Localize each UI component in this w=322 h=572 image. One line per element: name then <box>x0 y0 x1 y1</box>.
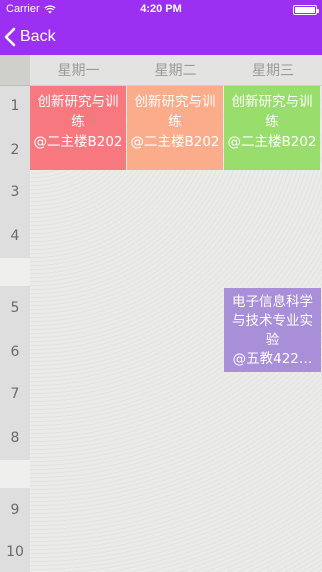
period-label: 2 <box>10 142 20 158</box>
day-header-tuesday: 星期二 <box>127 55 224 86</box>
battery-fill <box>295 7 315 13</box>
back-button[interactable]: Back <box>4 25 56 49</box>
chevron-left-icon <box>4 27 16 47</box>
battery-icon <box>293 5 319 15</box>
day-header-wednesday: 星期三 <box>224 55 322 86</box>
period-label: 7 <box>10 386 20 402</box>
course-card[interactable]: 电子信息科学与技术专业实验 @五教422… <box>224 288 321 372</box>
course-name: 电子信息科学与技术专业实验 <box>232 294 313 348</box>
period-label: 1 <box>10 98 20 114</box>
period-label: 5 <box>10 300 20 316</box>
course-card[interactable]: 创新研究与训练 @二主楼B202 <box>224 86 320 170</box>
period-label: 9 <box>10 502 20 518</box>
break-divider <box>0 460 30 488</box>
course-name: 创新研究与训练 <box>231 94 313 130</box>
course-name: 创新研究与训练 <box>37 94 119 130</box>
period-label: 8 <box>10 430 20 446</box>
period-label: 6 <box>10 344 20 360</box>
day-header-monday: 星期一 <box>30 55 127 86</box>
course-name: 创新研究与训练 <box>134 94 216 130</box>
back-label: Back <box>20 28 56 45</box>
period-label: 4 <box>10 228 20 244</box>
header-corner <box>0 55 30 86</box>
status-bar: Carrier 4:20 PM <box>0 0 322 20</box>
period-label: 10 <box>6 544 24 560</box>
course-card[interactable]: 创新研究与训练 @二主楼B202 <box>30 86 126 170</box>
course-room: @二主楼B202 <box>130 134 220 150</box>
course-card[interactable]: 创新研究与训练 @二主楼B202 <box>127 86 223 170</box>
course-room: @二主楼B202 <box>227 134 317 150</box>
course-room: @五教422… <box>232 351 313 367</box>
course-room: @二主楼B202 <box>33 134 123 150</box>
period-label: 3 <box>10 184 20 200</box>
navigation-bar: Back <box>0 20 322 55</box>
clock: 4:20 PM <box>140 3 182 15</box>
break-divider <box>0 258 30 286</box>
